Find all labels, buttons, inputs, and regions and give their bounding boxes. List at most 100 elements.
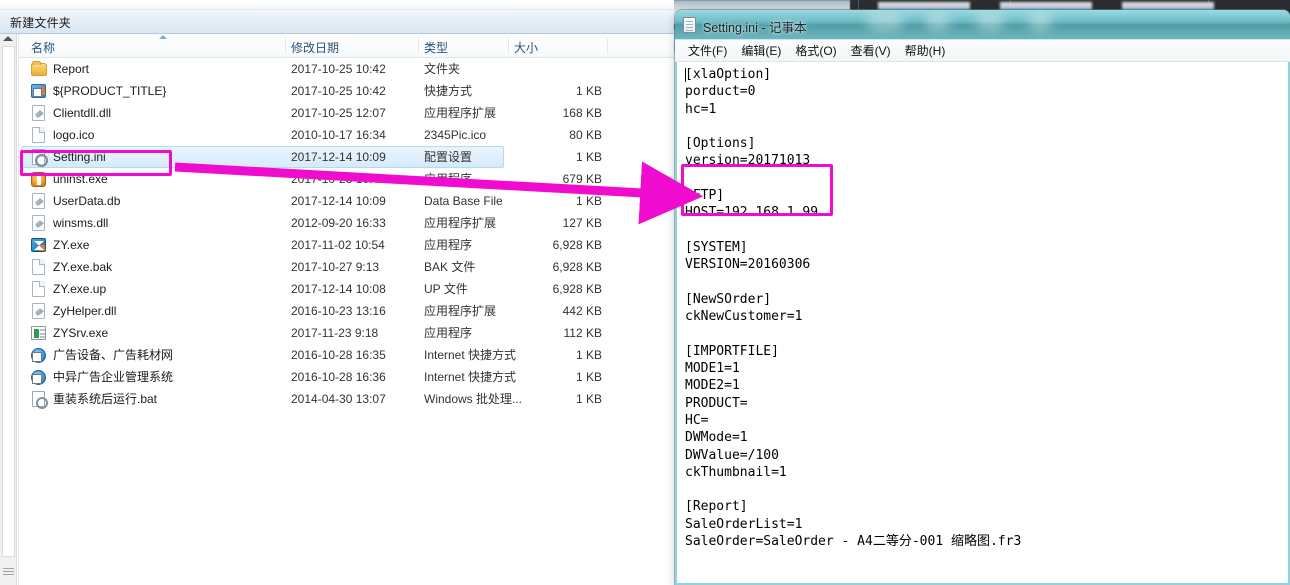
table-row[interactable]: UserData.db 2017-12-14 10:09 Data Base Fil… xyxy=(19,190,674,212)
table-row[interactable]: ${PRODUCT_TITLE} 2017-10-25 10:42 快捷方式 1 KB xyxy=(19,80,674,102)
table-row[interactable]: Report 2017-10-25 10:42 文件夹 xyxy=(19,58,674,80)
file-list-pane: 名称 修改日期 类型 大小 Report 2017-10-25 10:42 文件夹 $… xyxy=(18,34,674,585)
file-type-cell: Windows 批处理... xyxy=(424,392,523,406)
file-name-cell[interactable]: Report xyxy=(31,58,89,80)
zy-app-icon xyxy=(31,238,46,252)
file-type-cell: 配置设置 xyxy=(424,150,473,164)
notepad-document-icon xyxy=(683,17,696,33)
file-name-cell[interactable]: ZY.exe.up xyxy=(31,278,106,300)
file-size-cell: 1 KB xyxy=(575,194,602,208)
file-name-cell[interactable]: ${PRODUCT_TITLE} xyxy=(31,80,166,102)
column-header-size[interactable]: 大小 xyxy=(514,39,538,56)
table-row[interactable]: Setting.ini 2017-12-14 10:09 配置设置 1 KB xyxy=(19,146,674,168)
file-name-label: UserData.db xyxy=(53,194,121,208)
table-row[interactable]: winsms.dll 2012-09-20 16:33 应用程序扩展 127 KB xyxy=(19,212,674,234)
file-type-cell: 应用程序 xyxy=(424,238,473,252)
table-row[interactable]: Clientdll.dll 2017-10-25 12:07 应用程序扩展 168 K… xyxy=(19,102,674,124)
file-date-cell: 2017-12-14 10:09 xyxy=(291,150,386,164)
table-row[interactable]: ZY.exe.bak 2017-10-27 9:13 BAK 文件 6,928 KB xyxy=(19,256,674,278)
folder-icon xyxy=(31,61,47,76)
notepad-window: Setting.ini - 记事本 文件(F) 编辑(E) 格式(O) 查看(V) 帮助… xyxy=(675,10,1290,585)
file-size-cell xyxy=(514,58,602,80)
column-header-type[interactable]: 类型 xyxy=(424,39,448,56)
file-name-cell[interactable]: ZY.exe xyxy=(31,234,89,256)
table-row[interactable]: ZY.exe 2017-11-02 10:54 应用程序 6,928 KB xyxy=(19,234,674,256)
file-date-cell: 2010-10-17 16:34 xyxy=(291,128,386,142)
file-name-cell[interactable]: UserData.db xyxy=(31,190,120,212)
file-name-cell[interactable]: logo.ico xyxy=(31,124,94,146)
server-app-icon xyxy=(31,326,46,340)
file-size-cell: 6,928 KB xyxy=(552,260,602,274)
file-type-cell: 应用程序 xyxy=(424,172,473,186)
file-type-cell: Internet 快捷方式 xyxy=(424,348,517,362)
file-type-cell: 文件夹 xyxy=(424,62,461,76)
file-name-cell[interactable]: ZY.exe.bak xyxy=(31,256,112,278)
table-row[interactable]: ZyHelper.dll 2016-10-23 13:16 应用程序扩展 442 KB xyxy=(19,300,674,322)
column-header-name[interactable]: 名称 xyxy=(31,39,55,56)
table-row[interactable]: uninst.exe 2017-10-25 10:42 应用程序 679 KB xyxy=(19,168,674,190)
file-size-cell: 6,928 KB xyxy=(552,238,602,252)
file-explorer-window: 新建文件夹 名称 修改日期 类型 大小 Report 2017-10-25 10:… xyxy=(0,0,674,585)
table-row[interactable]: 广告设备、广告耗材网 2016-10-28 16:35 Internet 快捷方式 1… xyxy=(19,344,674,366)
navigation-pane-scrollbar[interactable] xyxy=(0,34,17,585)
screen-root: 新建文件夹 名称 修改日期 类型 大小 Report 2017-10-25 10:… xyxy=(0,0,1290,585)
scroll-up-arrow-icon[interactable] xyxy=(3,36,13,41)
table-row[interactable]: logo.ico 2010-10-17 16:34 2345Pic.ico 80 KB xyxy=(19,124,674,146)
batch-file-icon xyxy=(32,391,48,409)
notepad-text-area[interactable]: [xlaOption] porduct=0 hc=1 [Options] ver… xyxy=(675,62,1290,585)
file-name-label: ZY.exe.bak xyxy=(53,260,113,274)
table-row[interactable]: 中异广告企业管理系统 2016-10-28 16:36 Internet 快捷方式 1… xyxy=(19,366,674,388)
scrollbar-track[interactable] xyxy=(2,46,15,557)
notepad-title-bar[interactable]: Setting.ini - 记事本 xyxy=(675,10,1290,40)
column-header-date[interactable]: 修改日期 xyxy=(291,39,339,56)
table-row[interactable]: 重装系统后运行.bat 2014-04-30 13:07 Windows 批处理..… xyxy=(19,388,674,410)
menu-view[interactable]: 查看(V) xyxy=(844,40,898,62)
file-name-cell[interactable]: 重装系统后运行.bat xyxy=(31,388,157,410)
file-name-cell[interactable]: 中异广告企业管理系统 xyxy=(31,366,173,388)
menu-edit[interactable]: 编辑(E) xyxy=(734,40,788,62)
file-size-cell: 168 KB xyxy=(562,106,602,120)
file-name-cell[interactable]: 广告设备、广告耗材网 xyxy=(31,344,173,366)
file-name-cell[interactable]: Clientdll.dll xyxy=(31,102,111,124)
file-size-cell: 6,928 KB xyxy=(552,282,602,296)
file-date-cell: 2017-12-14 10:09 xyxy=(291,194,386,208)
dll-file-icon xyxy=(32,193,45,209)
file-name-cell[interactable]: ZyHelper.dll xyxy=(31,300,116,322)
file-date-cell: 2016-10-28 16:36 xyxy=(291,370,386,384)
file-name-cell[interactable]: winsms.dll xyxy=(31,212,108,234)
dll-file-icon xyxy=(32,215,45,231)
file-name-label: ZY.exe xyxy=(53,238,90,252)
menu-file[interactable]: 文件(F) xyxy=(681,40,734,62)
resize-grip-icon xyxy=(3,566,14,575)
file-size-cell: 679 KB xyxy=(562,172,602,186)
file-type-cell: Internet 快捷方式 xyxy=(424,370,517,384)
table-row[interactable]: ZYSrv.exe 2017-11-23 9:18 应用程序 112 KB xyxy=(19,322,674,344)
file-name-label: 中异广告企业管理系统 xyxy=(53,370,174,384)
file-size-cell: 1 KB xyxy=(575,84,602,98)
file-name-label: ZY.exe.up xyxy=(53,282,107,296)
menu-help[interactable]: 帮助(H) xyxy=(898,40,953,62)
file-name-cell[interactable]: Setting.ini xyxy=(31,146,106,168)
breadcrumb[interactable]: 新建文件夹 xyxy=(10,14,71,31)
generic-file-icon xyxy=(32,259,45,275)
table-row[interactable]: ZY.exe.up 2017-12-14 10:08 UP 文件 6,928 KB xyxy=(19,278,674,300)
file-name-label: Setting.ini xyxy=(53,150,106,164)
file-type-cell: 快捷方式 xyxy=(424,84,473,98)
notepad-content[interactable]: [xlaOption] porduct=0 hc=1 [Options] ver… xyxy=(685,66,1288,550)
file-date-cell: 2014-04-30 13:07 xyxy=(291,392,386,406)
file-name-label: ZyHelper.dll xyxy=(53,304,117,318)
file-date-cell: 2017-10-27 9:13 xyxy=(291,260,380,274)
file-name-cell[interactable]: uninst.exe xyxy=(31,168,108,190)
file-date-cell: 2017-10-25 12:07 xyxy=(291,106,386,120)
explorer-address-bar[interactable] xyxy=(0,10,674,34)
dll-file-icon xyxy=(32,303,45,319)
file-name-label: ZYSrv.exe xyxy=(53,326,109,340)
file-date-cell: 2017-10-25 10:42 xyxy=(291,84,386,98)
file-name-label: Report xyxy=(53,62,90,76)
generic-file-icon xyxy=(32,281,45,297)
file-size-cell: 80 KB xyxy=(569,128,602,142)
internet-shortcut-icon xyxy=(31,370,46,385)
menu-format[interactable]: 格式(O) xyxy=(788,40,843,62)
file-name-cell[interactable]: ZYSrv.exe xyxy=(31,322,108,344)
explorer-chrome-top xyxy=(0,0,674,10)
